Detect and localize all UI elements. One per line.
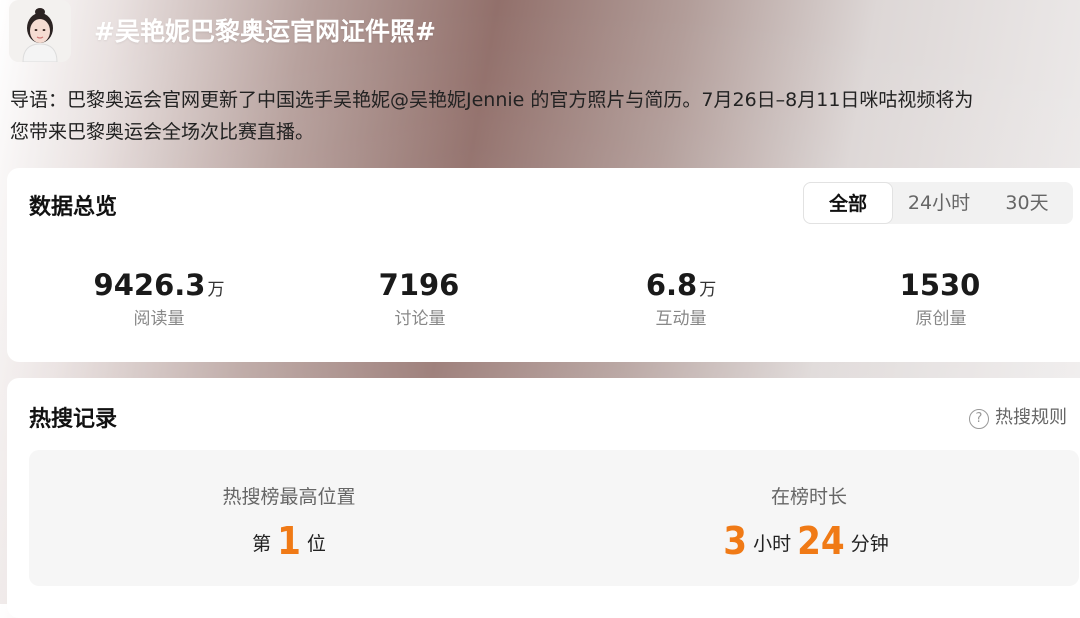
stat-original-label: 原创量	[915, 309, 967, 329]
stat-original: 1530 原创量	[811, 268, 1071, 329]
stat-discuss-value: 7196	[378, 268, 460, 302]
peak-prefix: 第	[252, 533, 272, 555]
topic-header: #吴艳妮巴黎奥运官网证件照# 导语：巴黎奥运会官网更新了中国选手吴艳妮@吴艳妮J…	[0, 0, 1080, 165]
avatar[interactable]	[9, 0, 71, 62]
duration-hours: 3	[723, 519, 748, 563]
stat-read-unit: 万	[207, 280, 225, 300]
stat-discuss-label: 讨论量	[394, 309, 446, 329]
intro-line-2: 您带来巴黎奥运会全场次比赛直播。	[10, 121, 315, 143]
peak-position-value: 第1位	[29, 519, 549, 563]
time-on-list-value: 3 小时 24 分钟	[549, 519, 1069, 563]
time-on-list: 在榜时长 3 小时 24 分钟	[549, 450, 1069, 586]
rules-label: 热搜规则	[995, 407, 1067, 428]
stat-interact-label: 互动量	[655, 309, 707, 329]
hot-search-title: 热搜记录	[29, 407, 118, 432]
duration-minutes: 24	[797, 519, 845, 563]
peak-position: 热搜榜最高位置 第1位	[29, 450, 549, 586]
time-on-list-label: 在榜时长	[770, 486, 847, 508]
stat-interact: 6.8 万 互动量	[551, 268, 811, 329]
hot-search-rules-link[interactable]: ? 热搜规则	[969, 403, 1067, 429]
topic-intro: 导语：巴黎奥运会官网更新了中国选手吴艳妮@吴艳妮Jennie 的官方照片与简历。…	[10, 84, 1080, 148]
stat-read-value: 9426.3	[93, 268, 206, 302]
stat-read: 9426.3 万 阅读量	[29, 268, 289, 329]
tab-30-days[interactable]: 30天	[983, 182, 1071, 224]
tab-24-hours[interactable]: 24小时	[895, 182, 983, 224]
hot-search-card: 热搜记录 ? 热搜规则 热搜榜最高位置 第1位 在榜时长 3 小时 24 分钟	[7, 378, 1080, 618]
time-range-tabs: 全部 24小时 30天	[803, 182, 1073, 224]
stat-read-label: 阅读量	[133, 309, 185, 329]
intro-line-1: 导语：巴黎奥运会官网更新了中国选手吴艳妮@吴艳妮Jennie 的官方照片与简历。…	[10, 89, 974, 111]
question-circle-icon: ?	[969, 409, 989, 429]
overview-title: 数据总览	[29, 195, 118, 220]
peak-position-label: 热搜榜最高位置	[222, 486, 356, 508]
peak-suffix: 位	[306, 533, 326, 555]
duration-hours-unit: 小时	[753, 533, 792, 555]
stat-interact-unit: 万	[699, 280, 717, 300]
stat-interact-value: 6.8	[645, 268, 698, 302]
tab-all[interactable]: 全部	[803, 182, 893, 224]
avatar-portrait	[9, 0, 71, 62]
topic-title: #吴艳妮巴黎奥运官网证件照#	[94, 17, 436, 46]
stat-original-value: 1530	[899, 268, 981, 302]
peak-rank: 1	[277, 519, 301, 563]
stat-discuss: 7196 讨论量	[290, 268, 550, 329]
duration-minutes-unit: 分钟	[850, 533, 889, 555]
data-overview-card: 数据总览 全部 24小时 30天 9426.3 万 阅读量 7196 讨论量 6.…	[7, 168, 1080, 362]
hot-search-panel: 热搜榜最高位置 第1位 在榜时长 3 小时 24 分钟	[29, 450, 1079, 586]
